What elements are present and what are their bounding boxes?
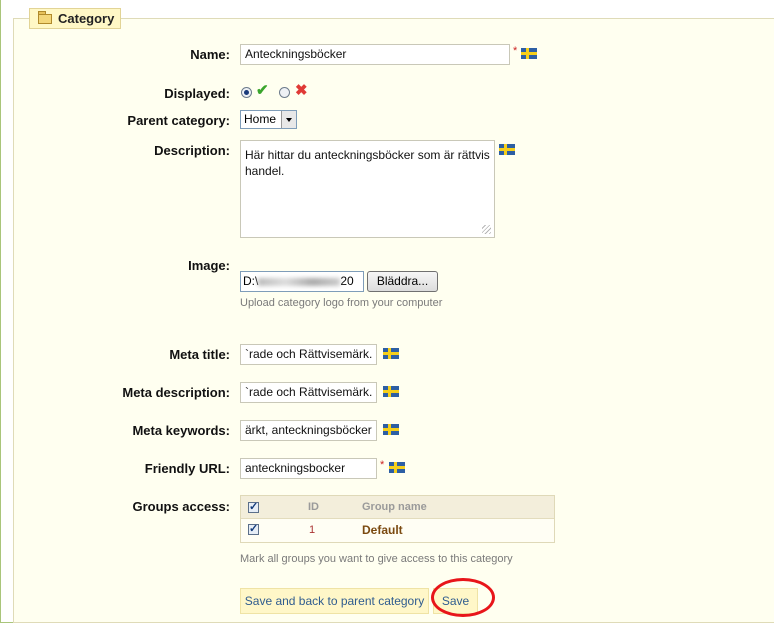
meta-title-label: Meta title:	[169, 347, 230, 362]
parent-category-label: Parent category:	[127, 113, 230, 128]
description-text: Här hittar du anteckningsböcker som är r…	[245, 148, 490, 178]
group-name: Default	[362, 523, 403, 537]
swedish-flag-icon[interactable]	[383, 424, 399, 435]
name-input[interactable]: Anteckningsböcker	[240, 44, 510, 65]
parent-category-select[interactable]: Home	[240, 110, 297, 129]
swedish-flag-icon[interactable]	[383, 348, 399, 359]
description-textarea[interactable]: Här hittar du anteckningsböcker som är r…	[240, 140, 495, 238]
check-icon: ✔	[256, 82, 269, 99]
browse-button[interactable]: Bläddra...	[367, 271, 438, 292]
cross-icon: ✖	[295, 82, 308, 99]
groups-table-header: ID Group name	[241, 496, 554, 519]
meta-keywords-label: Meta keywords:	[132, 423, 230, 438]
category-legend: Category	[29, 8, 121, 29]
group-id: 1	[309, 524, 316, 536]
swedish-flag-icon[interactable]	[499, 144, 515, 155]
swedish-flag-icon[interactable]	[389, 462, 405, 473]
groups-hint: Mark all groups you want to give access …	[240, 553, 513, 565]
chevron-down-icon[interactable]	[281, 111, 296, 128]
swedish-flag-icon[interactable]	[383, 386, 399, 397]
file-path-end: 20	[340, 274, 354, 288]
column-group-name: Group name	[362, 501, 427, 513]
name-label: Name:	[190, 47, 230, 62]
parent-category-value: Home	[244, 112, 277, 126]
displayed-no-radio[interactable]	[279, 87, 290, 98]
displayed-yes-radio[interactable]	[241, 87, 252, 98]
displayed-label: Displayed:	[164, 86, 230, 101]
image-label: Image:	[188, 258, 230, 273]
meta-title-input[interactable]: `rade och Rättvisemärk.	[240, 344, 377, 365]
legend-title: Category	[58, 11, 115, 26]
image-file-path[interactable]: D:\ 20	[240, 271, 364, 292]
friendly-url-input[interactable]: anteckningsbocker	[240, 458, 377, 479]
resize-grip-icon[interactable]	[482, 225, 491, 234]
redacted-path-icon	[258, 277, 341, 286]
meta-keywords-input[interactable]: ärkt, anteckningsböcker	[240, 420, 377, 441]
friendly-url-label: Friendly URL:	[144, 461, 230, 476]
file-path-start: D:\	[243, 274, 259, 288]
groups-table: ID Group name 1 Default	[240, 495, 555, 543]
save-and-back-button[interactable]: Save and back to parent category	[240, 588, 429, 614]
meta-description-label: Meta description:	[122, 385, 230, 400]
groups-access-label: Groups access:	[132, 499, 230, 514]
column-id: ID	[308, 501, 319, 513]
highlight-circle	[431, 578, 495, 617]
required-mark: *	[513, 45, 518, 57]
required-mark: *	[380, 459, 385, 471]
image-hint: Upload category logo from your computer	[240, 297, 443, 309]
description-label: Description:	[154, 143, 230, 158]
folder-icon	[38, 10, 52, 24]
swedish-flag-icon[interactable]	[521, 48, 537, 59]
meta-description-input[interactable]: `rade och Rättvisemärk.	[240, 382, 377, 403]
select-all-checkbox[interactable]	[248, 500, 259, 513]
group-checkbox[interactable]	[248, 522, 259, 535]
